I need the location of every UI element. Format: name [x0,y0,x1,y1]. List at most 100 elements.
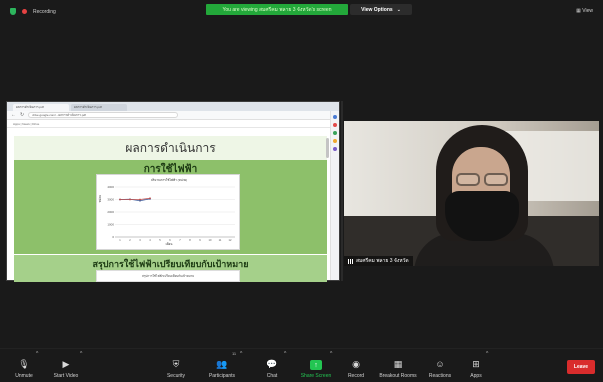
reactions-label: Reactions [428,373,452,379]
apps-options-caret[interactable]: ^ [486,351,488,357]
summary-title: สรุปการใช้ไฟฟ้าเปรียบเทียบกับเป้าหมาย [92,260,249,270]
side-panel-icon[interactable] [333,123,337,127]
shield-icon[interactable] [10,8,16,15]
recording-indicator[interactable]: Recording [10,8,56,15]
chat-bubble-icon: 💬 [266,359,278,369]
chart-x-tick: 5 [159,238,161,242]
chat-label: Chat [266,373,278,379]
viewing-screen-banner: You are viewing สมศรีคม พลาย 3 จังหวัด's… [206,4,348,15]
chart-x-tick: 1 [119,238,121,242]
browser-tab[interactable]: ผลการดำเนินการ.pdf [13,104,69,111]
participants-count: 11 [232,351,237,356]
browser-side-panel [330,111,339,280]
url-field[interactable]: drive.google.com/...ผลการดำเนินการ.pdf [28,112,179,118]
chart-x-tick: 2 [129,238,131,242]
side-panel-icon[interactable] [333,131,337,135]
muted-microphone-icon: 🎙 [18,359,30,369]
chart-x-tick: 10 [209,238,212,242]
view-label: View [582,8,593,14]
chart-x-tick: 12 [229,238,232,242]
meeting-top-bar: Recording You are viewing สมศรีคม พลาย 3… [0,0,603,22]
participants-options-caret[interactable]: ^ [240,351,242,357]
participant-video[interactable]: สมศรีคม พลาย 3 จังหวัด [344,121,599,266]
share-screen-button[interactable]: ↑ Share Screen [294,360,338,379]
security-button[interactable]: ⛨ Security [154,359,198,380]
chart-x-tick: 6 [169,238,171,242]
participant-glasses [452,173,512,187]
chart-x-tick: 4 [149,238,151,242]
view-options-label: View Options [361,6,393,13]
video-off-icon: ▶ [62,359,70,369]
chart-y-tick: 1000 [107,223,114,227]
browser-tab[interactable]: ผลการดำเนินการ.pdf [71,104,127,111]
apps-button[interactable]: ⊞ Apps [454,359,498,380]
signal-icon [348,258,353,264]
video-options-caret[interactable]: ^ [80,351,82,357]
record-label: Record [347,373,365,379]
view-options-button[interactable]: View Options ⌄ [350,4,412,15]
browser-address-bar: ← ↻ drive.google.com/...ผลการดำเนินการ.p… [7,111,339,120]
record-button[interactable]: ◉ Record [334,359,378,380]
apps-label: Apps [470,373,482,379]
share-options-caret[interactable]: ^ [330,351,332,357]
participants-icon: 👥 [216,359,228,369]
breakout-rooms-button[interactable]: ▦ Breakout Rooms [376,359,420,380]
start-video-button[interactable]: ▶ Start Video [44,359,88,380]
electricity-chart: ปริมาณการใช้ไฟฟ้า (หน่วย) หน่วย เดือน 01… [96,174,240,250]
participants-button[interactable]: 👥 Participants [200,359,244,380]
chevron-down-icon: ⌄ [396,6,401,13]
recording-label: Recording [33,8,56,15]
chart-x-tick: 8 [189,238,191,242]
chart-point [129,198,131,201]
chart-plot: 010002000300040001 2 3 4 5 6 7 8 9 10 11 12 [107,185,235,242]
chat-options-caret[interactable]: ^ [284,351,286,357]
side-panel-icon[interactable] [333,147,337,151]
chart-x-tick: 11 [219,238,222,242]
meeting-controls: 🎙 Unmute ^ ▶ Start Video ^ ⛨ Security 👥 … [0,348,603,382]
split-view-divider[interactable] [341,101,343,281]
side-panel-icon[interactable] [333,139,337,143]
share-screen-icon: ↑ [310,360,322,370]
chart-point [139,198,141,201]
participant-name-tag: สมศรีคม พลาย 3 จังหวัด [344,256,413,266]
smiley-icon: ☺ [435,359,445,369]
start-video-label: Start Video [53,373,79,379]
breakout-rooms-label: Breakout Rooms [379,373,417,379]
slide-summary: สรุปการใช้ไฟฟ้าเปรียบเทียบกับเป้าหมาย สร… [14,254,327,282]
audio-options-caret[interactable]: ^ [36,351,38,357]
unmute-button[interactable]: 🎙 Unmute [2,359,46,380]
slide-results: ผลการดำเนินการ การใช้ไฟฟ้า ปริมาณการใช้ไ… [14,136,327,254]
browser-tab-strip: ผลการดำเนินการ.pdf ผลการดำเนินการ.pdf [7,102,339,111]
view-button[interactable]: ▦ View [576,8,593,14]
security-label: Security [166,373,186,379]
pdf-document[interactable]: ผลการดำเนินการ การใช้ไฟฟ้า ปริมาณการใช้ไ… [14,136,327,282]
back-arrow-icon[interactable]: ← [11,112,16,118]
chart-point [149,197,151,200]
side-panel-icon[interactable] [333,115,337,119]
participant-name: สมศรีคม พลาย 3 จังหวัด [356,258,409,264]
reload-icon[interactable]: ↻ [20,112,24,118]
share-screen-label: Share Screen [300,373,332,379]
bookmarks-bar: Apps | News | Drive [7,120,339,128]
leave-button[interactable]: Leave [567,360,595,374]
chart-y-tick: 0 [112,235,114,239]
recording-dot-icon [22,9,27,14]
chart-x-tick: 3 [139,238,141,242]
chart-point [119,198,121,201]
document-scrollbar[interactable] [326,138,329,158]
chat-button[interactable]: 💬 Chat [250,359,294,380]
shared-screen[interactable]: ผลการดำเนินการ.pdf ผลการดำเนินการ.pdf ← … [6,101,340,282]
apps-icon: ⊞ [472,359,480,369]
slide-header: ผลการดำเนินการ [14,136,327,160]
participant-mask [445,191,519,241]
chart-y-tick: 4000 [107,185,114,189]
glasses-lens [456,173,480,186]
participants-label: Participants [208,373,236,379]
glasses-lens [484,173,508,186]
chart-y-tick: 2000 [107,210,114,214]
chart-y-tick: 3000 [107,198,114,202]
slide-title: ผลการดำเนินการ [125,140,216,155]
breakout-rooms-icon: ▦ [393,359,403,369]
shield-icon: ⛨ [172,359,180,369]
unmute-label: Unmute [15,373,33,379]
